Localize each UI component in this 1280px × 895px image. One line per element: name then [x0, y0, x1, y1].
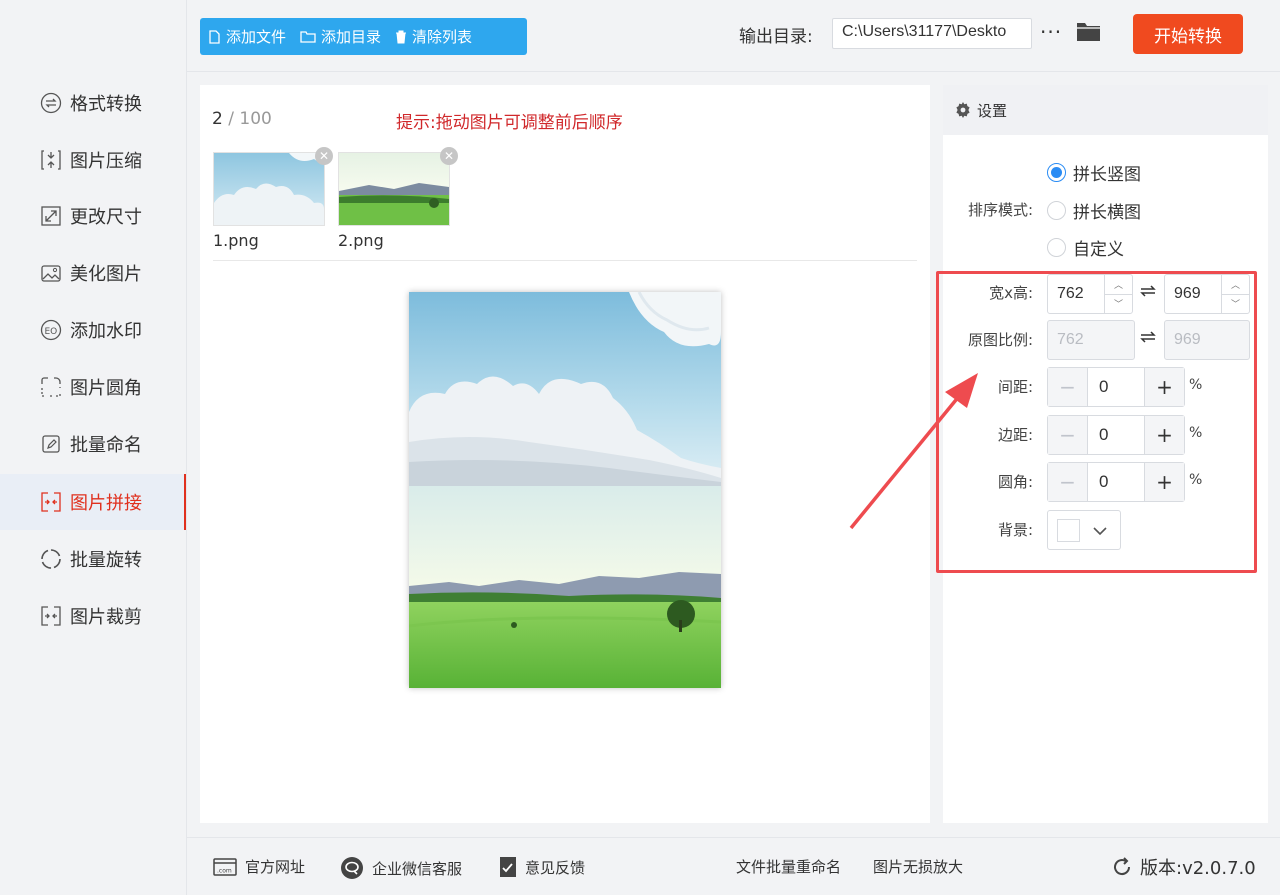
sidebar-item-crop[interactable]: 图片裁剪	[0, 588, 186, 644]
file-icon	[209, 29, 220, 44]
remove-image-button[interactable]: ✕	[315, 147, 333, 165]
sidebar-item-rounded-corner[interactable]: 图片圆角	[0, 359, 186, 415]
stitch-icon	[40, 491, 62, 513]
batch-rename-link[interactable]: 文件批量重命名	[736, 856, 841, 877]
add-folder-button[interactable]: 添加目录	[300, 26, 381, 47]
stitched-preview	[409, 292, 721, 688]
output-dir-label: 输出目录:	[739, 27, 813, 47]
browse-more-button[interactable]: ···	[1040, 20, 1062, 44]
field-thumbnail-image	[339, 153, 449, 225]
image-list-panel: 2 / 100 提示:拖动图片可调整前后顺序 ✕ ✕ 1.png 2.png	[200, 85, 930, 823]
sidebar-item-resize[interactable]: 更改尺寸	[0, 188, 186, 244]
radio-horizontal[interactable]: 拼长横图	[1047, 198, 1141, 223]
gear-icon	[956, 102, 970, 118]
sort-mode-label: 排序模式:	[967, 201, 1033, 219]
wechat-support-link[interactable]: 企业微信客服	[340, 856, 462, 880]
sidebar-item-rename[interactable]: 批量命名	[0, 416, 186, 472]
image-filename: 1.png	[213, 231, 259, 250]
compress-icon	[40, 149, 62, 171]
drag-tip: 提示:拖动图片可调整前后顺序	[396, 113, 623, 133]
open-folder-icon[interactable]	[1076, 21, 1101, 46]
crop-icon	[40, 605, 62, 627]
feedback-icon	[500, 857, 516, 877]
field-preview-image	[409, 486, 721, 688]
sidebar-item-label: 图片拼接	[70, 493, 142, 514]
rotate-icon	[40, 548, 62, 570]
refresh-icon	[1114, 857, 1131, 876]
image-count: 2 / 100	[212, 109, 272, 129]
sidebar-item-label: 更改尺寸	[70, 207, 142, 228]
sidebar-item-beautify[interactable]: 美化图片	[0, 245, 186, 301]
radio-vertical[interactable]: 拼长竖图	[1047, 160, 1141, 185]
radio-dot-checked	[1047, 163, 1066, 182]
radio-custom[interactable]: 自定义	[1047, 235, 1124, 260]
remove-image-button[interactable]: ✕	[440, 147, 458, 165]
sidebar: 格式转换 图片压缩 更改尺寸 美化图片 EO 添加水印 图片圆角 批量命名 图片…	[0, 0, 187, 895]
trash-icon	[396, 30, 407, 43]
footer: .com 官方网址 企业微信客服 意见反馈 文件批量重命名 图片无损放大 版本:…	[187, 837, 1280, 895]
image-thumbnail[interactable]: ✕	[213, 147, 333, 226]
start-convert-button[interactable]: 开始转换	[1133, 14, 1243, 54]
sidebar-item-compress[interactable]: 图片压缩	[0, 132, 186, 188]
sidebar-item-label: 美化图片	[70, 264, 142, 285]
resize-icon	[40, 205, 62, 227]
sidebar-item-label: 批量命名	[70, 435, 142, 456]
svg-text:EO: EO	[45, 327, 58, 337]
top-toolbar: 添加文件 添加目录 清除列表 输出目录: C:\Users\31177\Desk…	[187, 0, 1280, 72]
sky-thumbnail-image	[214, 153, 324, 225]
output-dir-input[interactable]: C:\Users\31177\Deskto	[832, 18, 1032, 49]
sidebar-item-watermark[interactable]: EO 添加水印	[0, 302, 186, 358]
settings-header: 设置	[943, 85, 1268, 135]
sidebar-item-rotate[interactable]: 批量旋转	[0, 531, 186, 587]
sidebar-item-stitch[interactable]: 图片拼接	[0, 474, 186, 530]
add-file-button[interactable]: 添加文件	[208, 26, 286, 47]
website-icon: .com	[213, 857, 237, 876]
radio-dot	[1047, 201, 1066, 220]
version-info[interactable]: 版本:v2.0.7.0	[1112, 854, 1256, 880]
format-convert-icon	[40, 92, 62, 114]
sidebar-item-label: 添加水印	[70, 321, 142, 342]
sidebar-item-format-convert[interactable]: 格式转换	[0, 75, 186, 131]
highlight-box	[936, 271, 1257, 573]
folder-outline-icon	[300, 31, 316, 43]
sidebar-item-label: 批量旋转	[70, 550, 142, 571]
chat-icon	[341, 857, 363, 879]
divider	[213, 260, 917, 261]
sidebar-item-label: 格式转换	[70, 94, 142, 115]
rounded-corner-icon	[40, 376, 62, 398]
rename-icon	[40, 433, 62, 455]
image-filename: 2.png	[338, 231, 384, 250]
svg-text:.com: .com	[217, 867, 232, 874]
image-thumbnail[interactable]: ✕	[338, 147, 458, 226]
beautify-icon	[40, 262, 62, 284]
file-button-group: 添加文件 添加目录 清除列表	[200, 18, 527, 55]
website-link[interactable]: .com 官方网址	[213, 856, 305, 877]
feedback-link[interactable]: 意见反馈	[499, 856, 585, 878]
sidebar-item-label: 图片裁剪	[70, 607, 142, 628]
sidebar-item-label: 图片压缩	[70, 151, 142, 172]
clear-list-button[interactable]: 清除列表	[395, 26, 472, 47]
radio-dot	[1047, 238, 1066, 257]
watermark-icon: EO	[40, 319, 62, 341]
sidebar-item-label: 图片圆角	[70, 378, 142, 399]
sky-preview-image	[409, 292, 721, 486]
lossless-upscale-link[interactable]: 图片无损放大	[873, 856, 963, 877]
